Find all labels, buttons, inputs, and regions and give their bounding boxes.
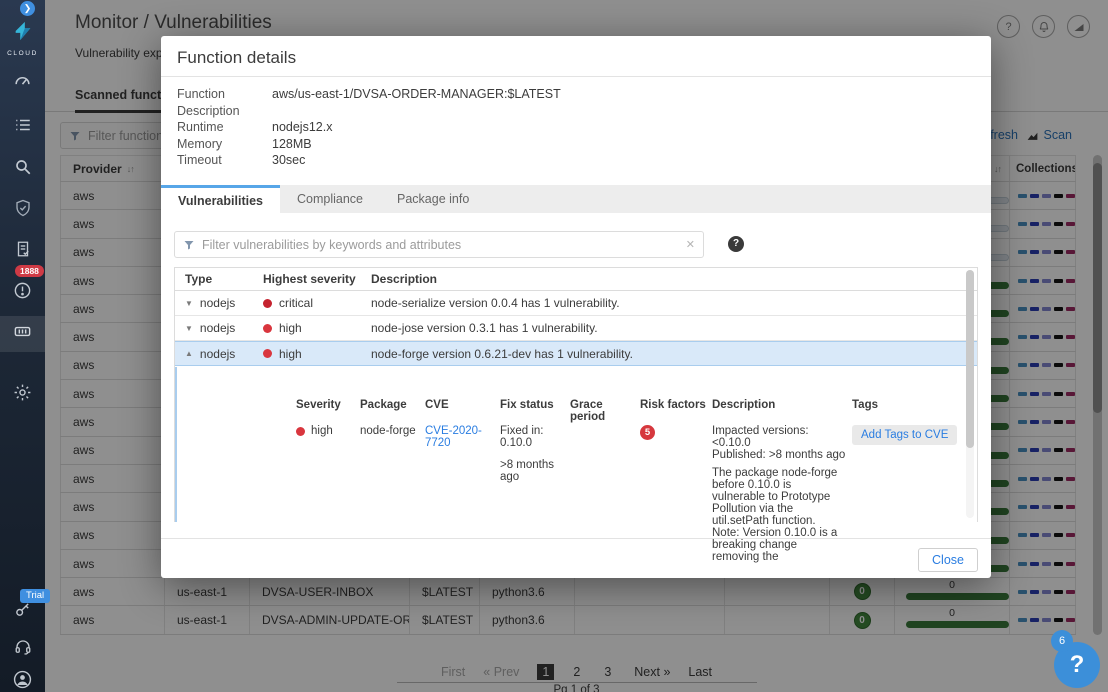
radar-icon xyxy=(13,322,32,346)
vulnerability-row[interactable]: ▼nodejshighnode-jose version 0.3.1 has 1… xyxy=(175,316,977,341)
col-highest-severity: Highest severity xyxy=(253,272,361,286)
shield-check-icon xyxy=(14,199,32,222)
modal-tabs: VulnerabilitiesCompliancePackage info xyxy=(161,185,991,213)
trial-badge: Trial xyxy=(20,589,50,603)
checklist-icon xyxy=(14,116,32,139)
prisma-cloud-logo[interactable]: CLOUD xyxy=(0,20,45,57)
function-details-modal: Function details Functionaws/us-east-1/D… xyxy=(161,36,991,578)
field-label: Memory xyxy=(177,137,272,151)
detail-col-severity: Severity xyxy=(296,399,354,411)
sidebar-item-defend[interactable] xyxy=(0,316,45,352)
alert-count-badge: 1888 xyxy=(15,265,44,277)
risk-factors-badge[interactable]: 5 xyxy=(640,425,655,440)
detail-col-description: Description xyxy=(712,399,846,411)
vulnerability-detail-panel: Severity high Package node-forge CVE CVE… xyxy=(175,367,977,522)
vulnerability-row[interactable]: ▼nodejscriticalnode-serialize version 0.… xyxy=(175,291,977,316)
chevron-down-icon[interactable]: ▼ xyxy=(185,324,193,333)
user-icon xyxy=(13,670,32,692)
search-icon xyxy=(14,158,32,181)
detail-col-package: Package xyxy=(360,399,419,411)
sidebar-item-search[interactable] xyxy=(0,152,45,186)
sidebar-item-profile[interactable] xyxy=(0,665,45,692)
detail-col-risk-factors: Risk factors xyxy=(640,399,706,411)
clear-filter-icon[interactable]: ✕ xyxy=(686,238,695,251)
vulnerability-row[interactable]: ▲nodejshighnode-forge version 0.6.21-dev… xyxy=(175,341,977,366)
detail-col-cve: CVE xyxy=(425,399,494,411)
col-description: Description xyxy=(361,272,977,286)
field-value: 128MB xyxy=(272,137,312,151)
report-check-icon xyxy=(14,240,32,263)
field-label: Timeout xyxy=(177,153,272,167)
modal-title: Function details xyxy=(177,48,296,68)
detail-fix-status: Fixed in: 0.10.0 xyxy=(500,425,564,449)
vulnerabilities-table-header: Type Highest severity Description xyxy=(175,268,977,291)
detail-package: node-forge xyxy=(360,425,419,437)
severity-dot xyxy=(263,299,272,308)
help-fab-badge: 6 xyxy=(1051,630,1073,652)
modal-tab-vulnerabilities[interactable]: Vulnerabilities xyxy=(161,185,280,213)
sidebar-item-alerts[interactable]: 1888 xyxy=(0,276,45,310)
field-label: Function xyxy=(177,87,272,101)
severity-dot xyxy=(296,427,305,436)
detail-published: Published: >8 months ago xyxy=(712,449,846,461)
headset-icon xyxy=(14,638,32,661)
gear-icon xyxy=(13,383,32,407)
sidebar-expand-icon[interactable]: ❯ xyxy=(20,1,35,16)
close-button[interactable]: Close xyxy=(918,548,978,572)
function-fields: Functionaws/us-east-1/DVSA-ORDER-MANAGER… xyxy=(177,86,561,169)
gauge-icon xyxy=(13,73,32,97)
filter-help-icon[interactable]: ? xyxy=(728,236,744,252)
vulnerabilities-scrollbar[interactable] xyxy=(966,270,974,518)
add-tags-button[interactable]: Add Tags to CVE xyxy=(852,425,957,445)
logo-icon xyxy=(12,20,34,42)
detail-col-tags: Tags xyxy=(852,399,964,411)
field-value: 30sec xyxy=(272,153,305,167)
field-value: nodejs12.x xyxy=(272,120,332,134)
chevron-down-icon[interactable]: ▼ xyxy=(185,299,193,308)
sidebar-item-policies[interactable] xyxy=(0,110,45,144)
sidebar-item-compliance[interactable] xyxy=(0,193,45,227)
detail-severity: high xyxy=(311,425,333,437)
field-label: Runtime xyxy=(177,120,272,134)
sidebar: ❯ CLOUD xyxy=(0,0,45,692)
sidebar-item-dashboard[interactable] xyxy=(0,68,45,102)
field-value: aws/us-east-1/DVSA-ORDER-MANAGER:$LATEST xyxy=(272,87,561,101)
detail-fix-age: >8 months ago xyxy=(500,459,564,483)
detail-col-grace-period: Grace period xyxy=(570,399,634,423)
detail-col-fix-status: Fix status xyxy=(500,399,564,411)
alert-icon xyxy=(13,281,32,305)
chevron-up-icon[interactable]: ▲ xyxy=(185,349,193,358)
sidebar-item-reports[interactable] xyxy=(0,234,45,268)
field-label: Description xyxy=(177,104,272,118)
severity-dot xyxy=(263,324,272,333)
col-type: Type xyxy=(175,272,253,286)
detail-impacted-versions: Impacted versions: <0.10.0 xyxy=(712,425,846,449)
modal-tab-package-info[interactable]: Package info xyxy=(380,185,486,213)
funnel-icon xyxy=(183,239,195,251)
cve-link[interactable]: CVE-2020-7720 xyxy=(425,425,494,449)
sidebar-item-support[interactable] xyxy=(0,632,45,666)
vulnerabilities-table: Type Highest severity Description ▼nodej… xyxy=(174,267,978,522)
app-root: ❯ CLOUD xyxy=(0,0,1108,692)
modal-tab-compliance[interactable]: Compliance xyxy=(280,185,380,213)
sidebar-item-settings[interactable] xyxy=(0,378,45,412)
severity-dot xyxy=(263,349,272,358)
logo-text: CLOUD xyxy=(0,50,45,57)
vulnerabilities-filter-input[interactable]: Filter vulnerabilities by keywords and a… xyxy=(174,231,704,258)
vulnerabilities-filter-placeholder: Filter vulnerabilities by keywords and a… xyxy=(202,238,461,252)
key-icon xyxy=(14,601,31,623)
modal-footer: Close xyxy=(161,538,991,578)
